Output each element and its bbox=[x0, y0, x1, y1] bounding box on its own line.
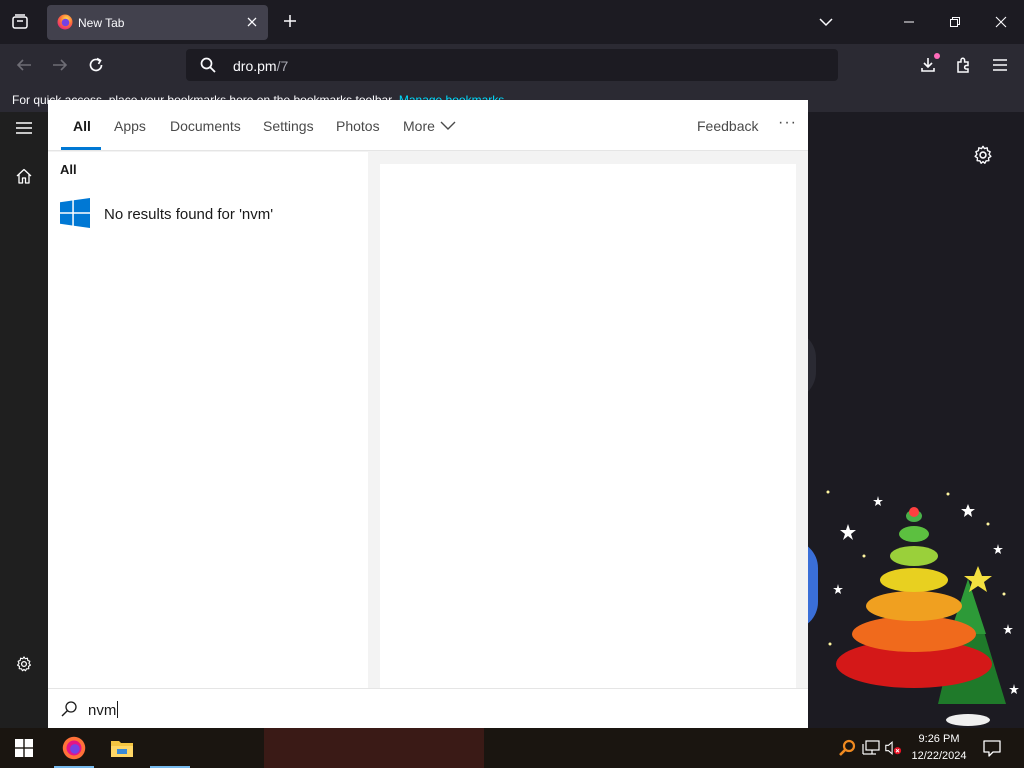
start-menu-rail bbox=[0, 112, 48, 728]
active-tab-indicator bbox=[61, 147, 101, 150]
search-icon bbox=[200, 57, 216, 73]
no-results-item: No results found for 'nvm' bbox=[60, 198, 360, 232]
tab-photos[interactable]: Photos bbox=[336, 118, 380, 134]
back-button[interactable] bbox=[11, 52, 37, 78]
firefox-icon bbox=[62, 736, 86, 760]
restore-icon bbox=[950, 17, 960, 27]
preview-pane bbox=[380, 164, 796, 688]
tab-apps[interactable]: Apps bbox=[114, 118, 146, 134]
clock-date: 12/22/2024 bbox=[911, 750, 967, 762]
search-query-text: nvm bbox=[88, 702, 117, 719]
tray-volume[interactable] bbox=[884, 739, 902, 757]
address-bar[interactable]: dro.pm/7 bbox=[186, 49, 838, 81]
firefox-icon bbox=[57, 14, 73, 30]
feedback-button[interactable]: Feedback bbox=[697, 118, 758, 134]
taskbar-app-empty[interactable] bbox=[146, 728, 194, 768]
speaker-muted-icon bbox=[885, 740, 902, 756]
new-tab-button[interactable] bbox=[279, 10, 301, 32]
search-icon bbox=[61, 701, 77, 717]
chevron-down-icon[interactable] bbox=[440, 119, 456, 131]
restore-button[interactable] bbox=[933, 8, 977, 36]
extensions-button[interactable] bbox=[951, 52, 977, 78]
text-caret bbox=[117, 701, 119, 718]
url-text: dro.pm/7 bbox=[233, 58, 288, 74]
tab-title: New Tab bbox=[78, 16, 125, 30]
tab-more[interactable]: More bbox=[403, 118, 435, 134]
list-all-tabs-button[interactable] bbox=[815, 11, 837, 33]
folder-icon bbox=[111, 741, 133, 757]
results-section-title: All bbox=[60, 162, 77, 177]
forward-button[interactable] bbox=[47, 52, 73, 78]
browser-tab-bar: New Tab bbox=[0, 0, 1024, 44]
wallpaper-strip bbox=[264, 728, 484, 768]
tray-search-app[interactable] bbox=[838, 739, 856, 757]
close-icon bbox=[247, 17, 257, 27]
search-input[interactable]: nvm bbox=[88, 701, 119, 719]
reload-icon bbox=[89, 57, 103, 72]
app-menu-button[interactable] bbox=[987, 52, 1013, 78]
hamburger-icon bbox=[16, 122, 32, 134]
tab-new-tab[interactable]: New Tab bbox=[47, 5, 268, 40]
url-path: /7 bbox=[276, 58, 289, 74]
taskbar-firefox[interactable] bbox=[50, 728, 98, 768]
tray-network[interactable] bbox=[862, 739, 880, 757]
arrow-right-icon bbox=[53, 59, 68, 71]
downloads-button[interactable] bbox=[915, 52, 941, 78]
settings-button[interactable] bbox=[12, 652, 36, 676]
taskbar-file-explorer[interactable] bbox=[98, 728, 146, 768]
minimize-icon bbox=[904, 21, 914, 23]
minimize-button[interactable] bbox=[887, 8, 931, 36]
settings-gear-icon[interactable] bbox=[972, 144, 994, 166]
plus-icon bbox=[284, 15, 296, 27]
search-box[interactable]: nvm bbox=[48, 688, 808, 728]
arrow-left-icon bbox=[16, 59, 31, 71]
url-host: dro.pm bbox=[233, 58, 277, 74]
action-center-button[interactable] bbox=[980, 737, 1004, 759]
notification-icon bbox=[983, 740, 1001, 757]
tab-list-icon bbox=[12, 14, 28, 29]
christmas-tree-decoration bbox=[826, 490, 1019, 726]
firefox-view-button[interactable] bbox=[6, 8, 34, 36]
taskbar: 9:26 PM 12/22/2024 bbox=[0, 728, 1024, 768]
magnifier-icon bbox=[839, 739, 856, 756]
home-icon bbox=[16, 168, 32, 184]
no-results-text: No results found for 'nvm' bbox=[104, 206, 274, 223]
window-close-button[interactable] bbox=[979, 8, 1023, 36]
clock-time: 9:26 PM bbox=[918, 733, 960, 745]
windows-logo-icon bbox=[60, 198, 90, 228]
network-icon bbox=[862, 740, 880, 755]
reload-button[interactable] bbox=[83, 52, 109, 78]
download-badge bbox=[934, 53, 940, 59]
tab-documents[interactable]: Documents bbox=[170, 118, 241, 134]
windows-search-panel: All Apps Documents Settings Photos More … bbox=[48, 100, 808, 728]
clock[interactable]: 9:26 PM 12/22/2024 bbox=[906, 731, 972, 765]
expand-menu-button[interactable] bbox=[12, 116, 36, 140]
start-button[interactable] bbox=[0, 728, 48, 768]
hamburger-icon bbox=[993, 59, 1007, 71]
tab-all[interactable]: All bbox=[73, 118, 91, 134]
navigation-toolbar: dro.pm/7 bbox=[0, 44, 1024, 86]
more-options-button[interactable]: ··· bbox=[778, 114, 797, 132]
chevron-down-icon bbox=[819, 18, 833, 27]
windows-logo-icon bbox=[15, 739, 33, 757]
puzzle-icon bbox=[957, 57, 969, 73]
gear-icon bbox=[16, 656, 32, 672]
results-pane: All No results found for 'nvm' bbox=[48, 152, 368, 688]
close-icon bbox=[995, 16, 1007, 28]
home-button[interactable] bbox=[12, 164, 36, 188]
download-icon bbox=[921, 58, 935, 72]
tab-close-button[interactable] bbox=[244, 14, 260, 30]
tab-settings[interactable]: Settings bbox=[263, 118, 314, 134]
search-filter-bar: All Apps Documents Settings Photos More … bbox=[48, 100, 808, 151]
